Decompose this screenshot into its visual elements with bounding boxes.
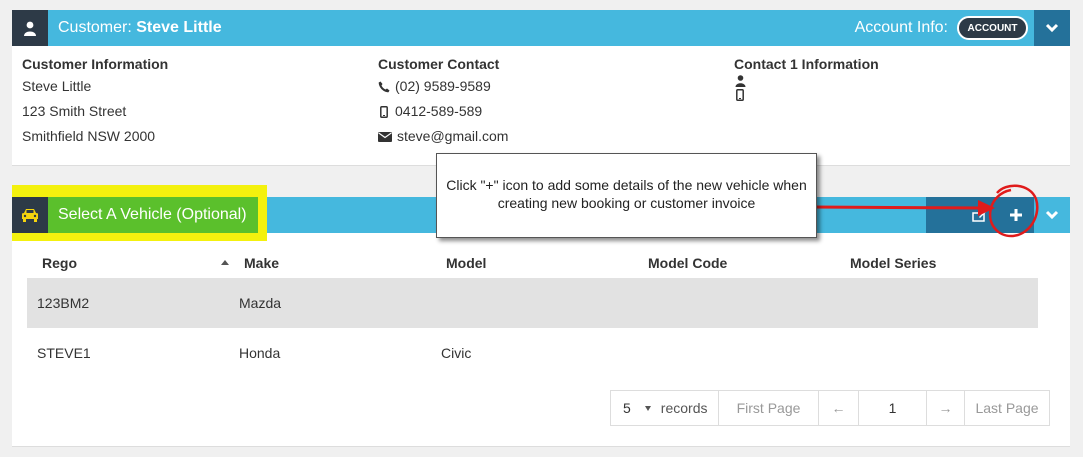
customer-information: Customer Information Steve Little 123 Sm…: [22, 54, 168, 149]
last-page-button[interactable]: Last Page: [965, 391, 1049, 425]
page-size-value: 5: [623, 400, 631, 416]
column-header-rego[interactable]: Rego: [42, 248, 77, 278]
customer-street-line: 123 Smith Street: [22, 103, 127, 119]
edit-icon[interactable]: [962, 197, 998, 233]
customer-name-line: Steve Little: [22, 78, 92, 94]
caret-down-icon: [644, 405, 651, 411]
user-icon: [12, 10, 48, 46]
column-header-model-code[interactable]: Model Code: [648, 248, 727, 278]
contact1-mobile-line: [734, 88, 879, 102]
prev-page-button[interactable]: ←: [819, 391, 859, 425]
phone-line: (02) 9589-9589: [378, 74, 508, 99]
cell-rego: 123BM2: [37, 295, 90, 311]
customer-label: Customer:: [58, 19, 132, 36]
page-size-select[interactable]: 5 records: [611, 391, 719, 425]
chevron-down-icon[interactable]: [1034, 10, 1070, 46]
first-page-button[interactable]: First Page: [719, 391, 819, 425]
vehicle-panel-title: Select A Vehicle (Optional): [48, 197, 258, 233]
envelope-icon: [378, 130, 392, 144]
email-address: steve@gmail.com: [397, 128, 509, 144]
customer-contact-heading: Customer Contact: [378, 56, 500, 72]
contact1-name-line: [734, 74, 879, 88]
table-row[interactable]: 123BM2 Mazda: [27, 278, 1038, 328]
contact1-heading: Contact 1 Information: [734, 56, 879, 72]
vehicle-table: Rego Make Model Model Code Model Series …: [27, 248, 1038, 378]
pagination: 5 records First Page ← 1 → Last Page: [610, 390, 1050, 426]
next-page-button[interactable]: →: [927, 391, 965, 425]
table-row[interactable]: STEVE1 Honda Civic: [27, 328, 1038, 378]
records-label: records: [660, 400, 708, 416]
instruction-callout: Click "+" icon to add some details of th…: [436, 153, 817, 238]
mobile-line: 0412-589-589: [378, 99, 508, 124]
plus-icon[interactable]: [998, 197, 1034, 233]
chevron-down-icon[interactable]: [1034, 197, 1070, 233]
mobile-icon: [734, 88, 746, 102]
customer-suburb-line: Smithfield NSW 2000: [22, 128, 156, 144]
customer-contact: Customer Contact (02) 9589-9589 0412-589…: [378, 54, 508, 149]
column-header-model-series[interactable]: Model Series: [850, 248, 936, 278]
phone-number: (02) 9589-9589: [395, 78, 491, 94]
sort-ascending-icon[interactable]: [221, 260, 229, 265]
column-header-make[interactable]: Make: [244, 248, 279, 278]
mobile-icon: [378, 105, 390, 119]
email-line: steve@gmail.com: [378, 124, 508, 149]
phone-icon: [378, 80, 390, 94]
car-icon: [12, 197, 48, 233]
user-icon: [734, 74, 746, 88]
account-button[interactable]: ACCOUNT: [957, 16, 1028, 40]
cell-rego: STEVE1: [37, 345, 91, 361]
customer-header-bar: Customer: Steve Little Account Info: ACC…: [12, 10, 1070, 46]
account-info-label: Account Info:: [854, 19, 948, 36]
column-header-model[interactable]: Model: [446, 248, 486, 278]
callout-text: Click "+" icon to add some details of th…: [446, 177, 807, 211]
current-page[interactable]: 1: [859, 391, 927, 425]
contact1-information: Contact 1 Information: [734, 54, 879, 102]
customer-info-heading: Customer Information: [22, 56, 169, 72]
table-header: Rego Make Model Model Code Model Series: [27, 248, 1038, 278]
cell-model: Civic: [441, 345, 472, 361]
customer-title: Customer: Steve Little: [58, 10, 222, 46]
mobile-number: 0412-589-589: [395, 103, 483, 119]
cell-make: Mazda: [239, 295, 282, 311]
customer-name: Steve Little: [136, 19, 222, 36]
cell-make: Honda: [239, 345, 281, 361]
customer-panel: Customer: Steve Little Account Info: ACC…: [12, 10, 1070, 166]
